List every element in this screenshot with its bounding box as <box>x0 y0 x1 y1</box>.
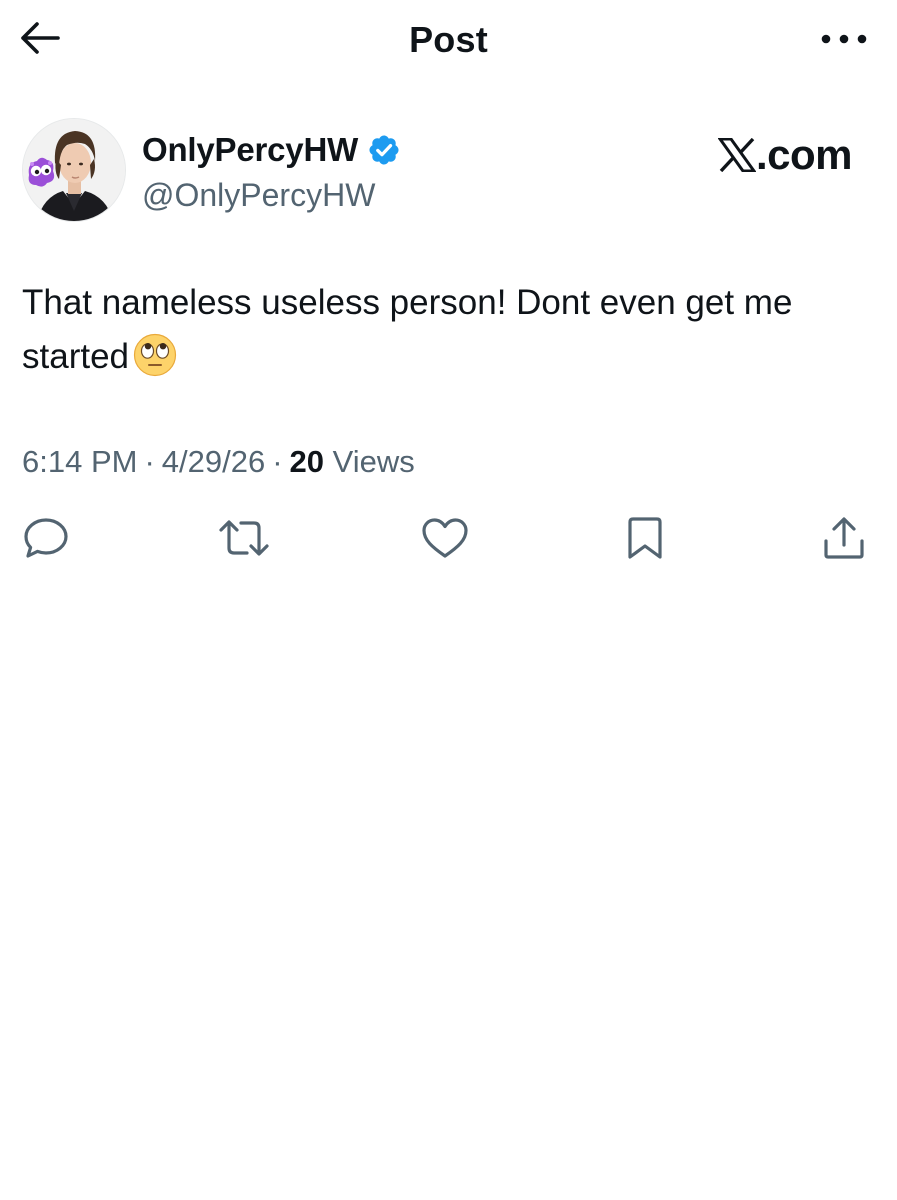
share-icon <box>821 515 867 566</box>
post-author: OnlyPercyHW @OnlyPercyHW .com <box>22 118 882 224</box>
views-label: Views <box>332 444 415 479</box>
brand-watermark: .com <box>717 131 853 178</box>
brand-text: .com <box>755 131 853 178</box>
action-bar <box>0 512 897 572</box>
user-handle[interactable]: @OnlyPercyHW <box>142 174 375 216</box>
views-count[interactable]: 20 <box>290 444 324 479</box>
post-time[interactable]: 6:14 PM <box>22 444 137 479</box>
reply-icon <box>22 516 70 565</box>
post-date[interactable]: 4/29/26 <box>162 444 265 479</box>
top-nav-bar: Post <box>0 0 897 82</box>
like-button[interactable] <box>417 512 473 568</box>
bookmark-icon <box>625 515 665 566</box>
repost-icon <box>217 516 271 565</box>
share-button[interactable] <box>816 512 872 568</box>
more-horizontal-icon <box>821 32 867 50</box>
post-body: That nameless useless person! Dont even … <box>22 276 882 384</box>
more-options-button[interactable] <box>811 24 867 58</box>
display-name[interactable]: OnlyPercyHW <box>142 128 358 172</box>
rolling-eyes-emoji-icon <box>133 333 177 377</box>
verified-badge-icon <box>367 133 401 167</box>
meta-separator: · <box>144 444 155 479</box>
x-logo-icon <box>717 137 757 173</box>
reply-button[interactable] <box>18 512 74 568</box>
page-title: Post <box>409 19 488 60</box>
repost-button[interactable] <box>216 512 272 568</box>
meta-separator: · <box>272 444 283 479</box>
bookmark-button[interactable] <box>617 512 673 568</box>
post-meta: 6:14 PM · 4/29/26 · 20 Views <box>22 440 415 484</box>
avatar[interactable] <box>22 118 126 222</box>
display-name-row: OnlyPercyHW <box>142 128 401 172</box>
heart-icon <box>420 516 470 565</box>
